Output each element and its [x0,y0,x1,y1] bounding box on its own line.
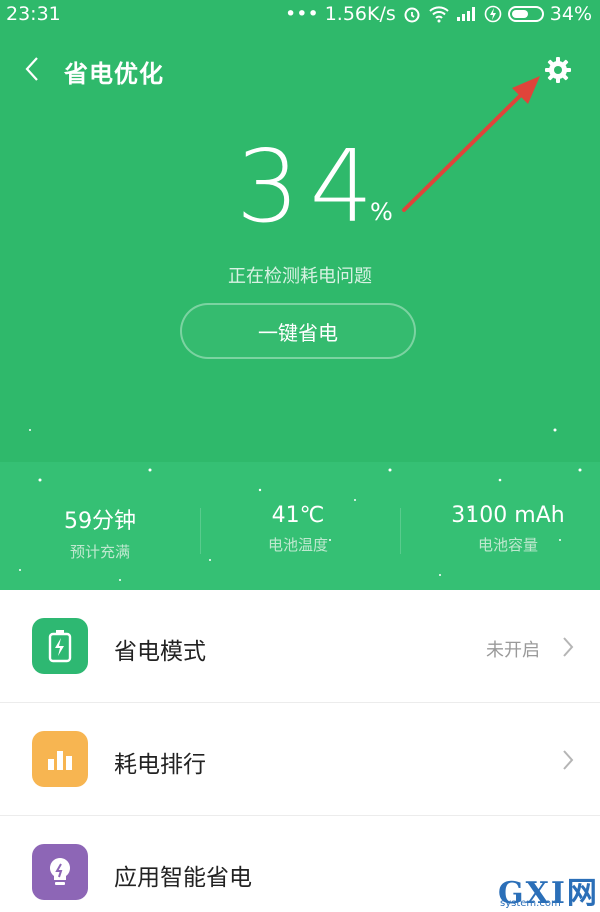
list-label: 省电模式 [114,639,206,665]
stat-capacity: 3100 mAh 电池容量 [408,503,600,555]
stat-label: 预计充满 [69,543,130,561]
signal-icon [456,6,478,22]
list-status: 未开启 [486,640,540,661]
stat-value: 59分钟 [64,509,136,534]
list-label: 耗电排行 [114,752,206,778]
battery-percent-value: 34 [236,128,384,245]
chevron-right-icon [563,637,574,657]
stat-value: 3100 mAh [451,503,565,528]
status-bar: 23:31 ••• 1.56K/s 34% [0,0,600,30]
stat-label: 电池温度 [267,536,328,554]
watermark-sub: system.com [500,898,561,909]
battery-charging-icon [32,618,88,674]
list-item-power-save-mode[interactable]: 省电模式 未开启 [0,590,600,702]
status-time: 23:31 [6,3,61,25]
network-speed: ••• 1.56K/s [285,3,396,25]
gear-icon [545,57,571,83]
battery-percent-status: 34% [549,3,592,25]
chevron-right-icon [563,750,574,770]
wifi-icon [428,5,450,23]
percent-sign: % [370,198,393,226]
one-key-save-button[interactable]: 一键省电 [180,303,416,359]
stat-temperature: 41℃ 电池温度 [198,503,398,555]
settings-button[interactable] [540,52,576,88]
stat-value: 41℃ [271,503,325,528]
stat-divider [400,508,401,554]
stat-charge-time: 59分钟 预计充满 [0,503,200,562]
charging-icon [484,5,502,23]
header: 省电优化 [0,42,600,94]
list-label: 应用智能省电 [114,865,252,891]
battery-icon [507,6,544,22]
stat-label: 电池容量 [477,536,538,554]
list-item-power-ranking[interactable]: 耗电排行 [0,703,600,815]
chevron-left-icon [25,57,38,81]
back-button[interactable] [18,54,46,84]
detect-status: 正在检测耗电问题 [228,266,372,287]
page-title: 省电优化 [64,60,164,88]
lightbulb-icon [32,844,88,900]
bar-chart-icon [32,731,88,787]
alarm-icon [402,4,422,24]
